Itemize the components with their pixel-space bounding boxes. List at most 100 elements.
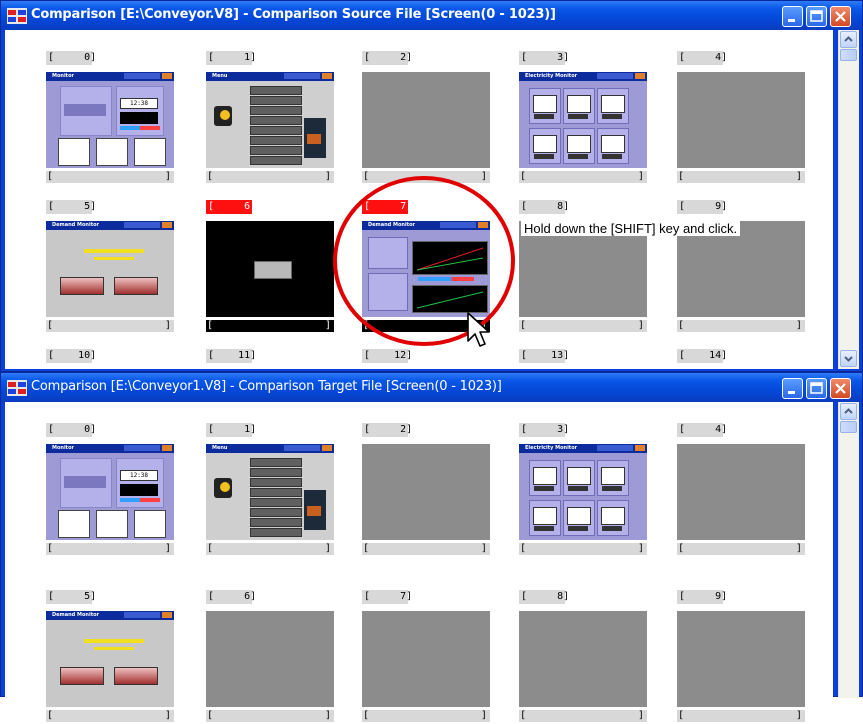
screen-cell[interactable]: [ 4] [] bbox=[677, 51, 807, 185]
screen-cell[interactable]: [ 3] Electricity Monitor [] bbox=[519, 51, 649, 185]
mouse-pointer-icon bbox=[467, 312, 490, 347]
scroll-thumb[interactable] bbox=[840, 49, 857, 61]
name-bracket-left: [ bbox=[520, 320, 527, 331]
screen-number: [ 6] bbox=[206, 590, 257, 604]
screen-number: [ 6] bbox=[206, 200, 257, 214]
target-screen-grid: [ 0] Monitor 12:38 [][ 1] Menu [][ 2][][ 3… bbox=[5, 402, 833, 722]
name-bracket-left: [ bbox=[47, 320, 54, 331]
scroll-thumb[interactable] bbox=[840, 421, 857, 433]
name-bracket-right: ] bbox=[480, 171, 487, 182]
preview-header: Demand Monitor bbox=[46, 611, 174, 620]
target-title-bar[interactable]: Comparison [E:\Conveyor1.V8] - Compariso… bbox=[1, 373, 862, 402]
source-title-bar[interactable]: Comparison [E:\Conveyor.V8] - Comparison… bbox=[1, 1, 862, 30]
screen-preview[interactable]: Menu bbox=[206, 72, 334, 168]
screen-name-field: [] bbox=[206, 320, 334, 332]
preview-title: Menu bbox=[212, 445, 228, 451]
screen-preview[interactable]: Monitor 12:38 bbox=[46, 444, 174, 540]
name-bracket-right: ] bbox=[795, 710, 802, 721]
screen-preview[interactable] bbox=[206, 221, 334, 317]
close-button[interactable] bbox=[830, 6, 851, 27]
screen-cell[interactable]: [ 3] Electricity Monitor [] bbox=[519, 423, 649, 557]
screen-name-field: [] bbox=[206, 171, 334, 183]
screen-preview[interactable] bbox=[677, 444, 805, 540]
maximize-icon bbox=[810, 382, 823, 394]
preview-header: Demand Monitor bbox=[46, 221, 174, 230]
close-icon bbox=[835, 383, 846, 394]
screen-preview[interactable] bbox=[362, 72, 490, 168]
preview-header: Monitor bbox=[46, 72, 174, 81]
name-bracket-left: [ bbox=[520, 543, 527, 554]
target-vertical-scrollbar[interactable] bbox=[838, 402, 859, 698]
screen-cell[interactable]: [ 1] Menu [] bbox=[206, 51, 336, 185]
screen-number: [ 1] bbox=[206, 423, 257, 437]
screen-preview[interactable] bbox=[362, 444, 490, 540]
preview-title: Electricity Monitor bbox=[525, 73, 578, 79]
scroll-up-button[interactable] bbox=[840, 403, 857, 420]
compare-app-icon bbox=[7, 8, 27, 24]
maximize-button[interactable] bbox=[806, 378, 827, 399]
close-icon bbox=[835, 11, 846, 22]
scroll-down-button[interactable] bbox=[840, 350, 857, 367]
screen-preview[interactable]: Demand Monitor bbox=[46, 221, 174, 317]
screen-cell[interactable]: [ 10] bbox=[46, 349, 176, 365]
screen-cell[interactable]: [ 4] [] bbox=[677, 423, 807, 557]
screen-cell[interactable]: [ 5] Demand Monitor [] bbox=[46, 590, 176, 724]
screen-cell[interactable]: [ 8] [] bbox=[519, 590, 649, 724]
screen-preview[interactable]: Demand Monitor bbox=[362, 221, 490, 317]
screen-cell[interactable]: [ 11] bbox=[206, 349, 336, 365]
screen-cell[interactable]: [ 2] [] bbox=[362, 423, 492, 557]
chevron-up-icon bbox=[844, 408, 853, 414]
name-bracket-left: [ bbox=[678, 543, 685, 554]
maximize-button[interactable] bbox=[806, 6, 827, 27]
screen-number: [ 4] bbox=[677, 423, 728, 437]
screen-cell[interactable]: [ 5] Demand Monitor [] bbox=[46, 200, 176, 334]
screen-name-field: [] bbox=[362, 543, 490, 555]
screen-preview[interactable]: Monitor 12:38 bbox=[46, 72, 174, 168]
screen-preview[interactable]: Menu bbox=[206, 444, 334, 540]
screen-cell[interactable]: [ 0] Monitor 12:38 [] bbox=[46, 423, 176, 557]
minimize-button[interactable] bbox=[782, 6, 803, 27]
name-bracket-left: [ bbox=[363, 710, 370, 721]
preview-header: Electricity Monitor bbox=[519, 72, 647, 81]
screen-cell[interactable]: [ 7] [] bbox=[362, 590, 492, 724]
screen-preview[interactable] bbox=[206, 611, 334, 707]
screen-number: [ 11] bbox=[206, 349, 257, 363]
screen-name-field: [] bbox=[362, 171, 490, 183]
screen-name-field: [] bbox=[519, 710, 647, 722]
chevron-up-icon bbox=[844, 36, 853, 42]
name-bracket-right: ] bbox=[795, 171, 802, 182]
screen-name-field: [] bbox=[677, 543, 805, 555]
minimize-button[interactable] bbox=[782, 378, 803, 399]
screen-preview[interactable]: Electricity Monitor bbox=[519, 444, 647, 540]
minimize-icon bbox=[788, 19, 795, 22]
screen-preview[interactable] bbox=[677, 72, 805, 168]
name-bracket-left: [ bbox=[47, 171, 54, 182]
screen-cell[interactable]: [ 12] bbox=[362, 349, 492, 365]
screen-cell[interactable]: [ 2] [] bbox=[362, 51, 492, 185]
screen-cell[interactable]: [ 13] bbox=[519, 349, 649, 365]
source-window-title: Comparison [E:\Conveyor.V8] - Comparison… bbox=[31, 7, 556, 22]
screen-preview[interactable] bbox=[362, 611, 490, 707]
screen-cell[interactable]: [ 9] [] bbox=[677, 590, 807, 724]
screen-cell[interactable]: [ 14] bbox=[677, 349, 807, 365]
screen-preview[interactable]: Electricity Monitor bbox=[519, 72, 647, 168]
close-button[interactable] bbox=[830, 378, 851, 399]
screen-number: [ 10] bbox=[46, 349, 97, 363]
name-bracket-right: ] bbox=[480, 543, 487, 554]
screen-preview[interactable]: Demand Monitor bbox=[46, 611, 174, 707]
screen-preview[interactable] bbox=[677, 611, 805, 707]
screen-preview[interactable] bbox=[519, 611, 647, 707]
screen-number: [ 2] bbox=[362, 51, 413, 65]
preview-header: Demand Monitor bbox=[362, 221, 490, 230]
preview-header: Menu bbox=[206, 444, 334, 453]
scroll-up-button[interactable] bbox=[840, 31, 857, 48]
name-bracket-right: ] bbox=[164, 171, 171, 182]
screen-cell[interactable]: [ 0] Monitor 12:38 [] bbox=[46, 51, 176, 185]
source-vertical-scrollbar[interactable] bbox=[838, 30, 859, 369]
name-bracket-left: [ bbox=[363, 320, 370, 331]
screen-cell[interactable]: [ 6] [] bbox=[206, 590, 336, 724]
screen-cell[interactable]: [ 6] [] bbox=[206, 200, 336, 334]
screen-cell[interactable]: [ 1] Menu [] bbox=[206, 423, 336, 557]
screen-name-field: [] bbox=[677, 710, 805, 722]
name-bracket-right: ] bbox=[637, 320, 644, 331]
